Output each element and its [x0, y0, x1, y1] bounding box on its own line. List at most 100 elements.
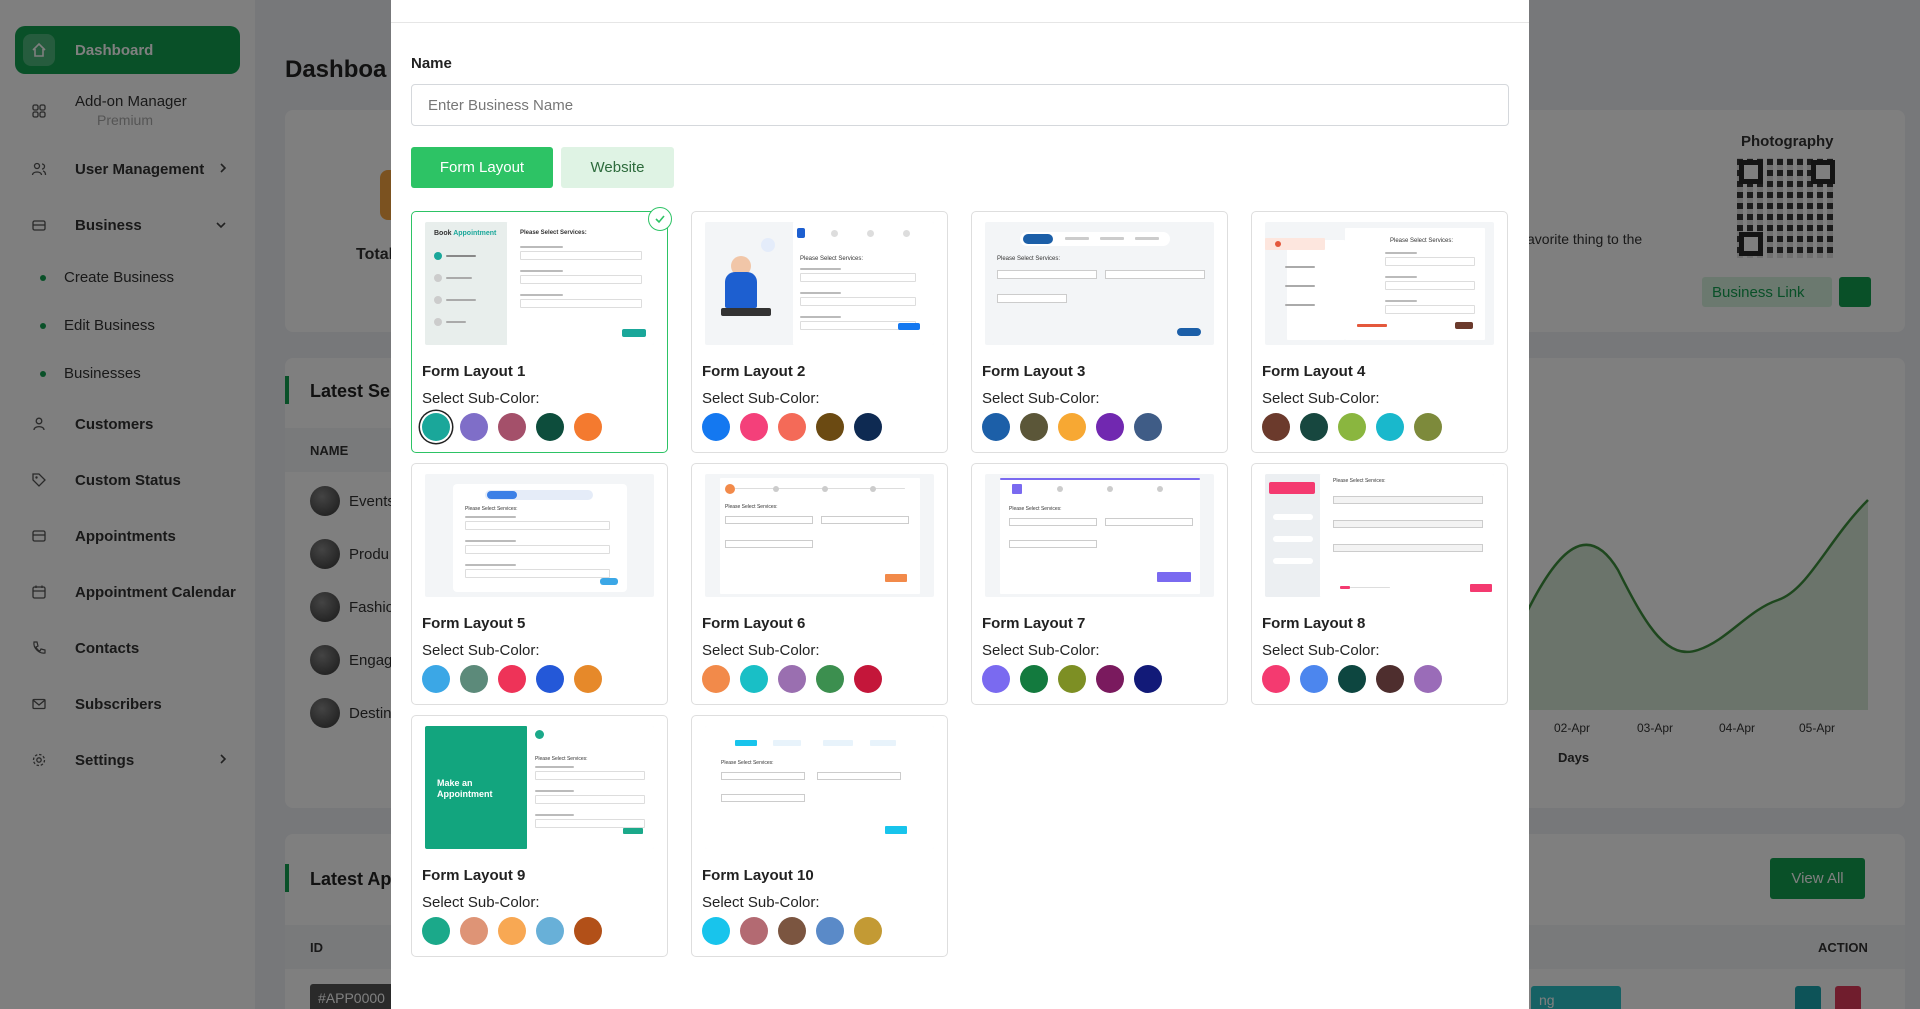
color-swatch[interactable] — [854, 917, 882, 945]
color-swatch[interactable] — [1058, 665, 1086, 693]
layout-card-3[interactable]: Please Select Services: Form Layout 3 Sele… — [971, 211, 1228, 453]
color-swatch[interactable] — [498, 413, 526, 441]
layout-card-2[interactable]: Please Select Services: Form Layout 2 Sele… — [691, 211, 948, 453]
color-swatch[interactable] — [816, 665, 844, 693]
color-swatch[interactable] — [574, 917, 602, 945]
color-swatch[interactable] — [778, 665, 806, 693]
color-swatch[interactable] — [854, 413, 882, 441]
color-swatch[interactable] — [1134, 665, 1162, 693]
sub-color-label: Select Sub-Color: — [422, 390, 540, 407]
color-swatch[interactable] — [574, 413, 602, 441]
layout-card-10[interactable]: Please Select Services: Form Layout 10 Sel… — [691, 715, 948, 957]
color-swatch[interactable] — [460, 665, 488, 693]
layout-thumbnail[interactable]: Please Select Services: — [705, 222, 934, 345]
sub-color-label: Select Sub-Color: — [422, 894, 540, 911]
color-swatch[interactable] — [854, 665, 882, 693]
sub-color-label: Select Sub-Color: — [422, 642, 540, 659]
color-swatch[interactable] — [1020, 665, 1048, 693]
color-swatch[interactable] — [536, 917, 564, 945]
layout-title: Form Layout 7 — [982, 615, 1086, 632]
layout-title: Form Layout 8 — [1262, 615, 1366, 632]
color-swatch[interactable] — [1414, 665, 1442, 693]
color-swatch[interactable] — [778, 413, 806, 441]
layout-thumbnail[interactable]: Please Select Services: — [985, 474, 1214, 597]
color-swatch[interactable] — [460, 413, 488, 441]
sub-color-swatches — [422, 917, 612, 945]
color-swatch[interactable] — [740, 665, 768, 693]
color-swatch[interactable] — [460, 917, 488, 945]
create-business-modal: Name Form Layout Website Book Appointmen… — [391, 0, 1529, 1009]
layout-title: Form Layout 5 — [422, 615, 526, 632]
layout-thumbnail[interactable]: Please Select Services: — [425, 474, 654, 597]
color-swatch[interactable] — [1262, 413, 1290, 441]
color-swatch[interactable] — [1376, 665, 1404, 693]
sub-color-label: Select Sub-Color: — [702, 390, 820, 407]
color-swatch[interactable] — [498, 917, 526, 945]
layout-title: Form Layout 1 — [422, 363, 526, 380]
layout-card-4[interactable]: Please Select Services: Form Layout 4 Sele… — [1251, 211, 1508, 453]
sub-color-label: Select Sub-Color: — [702, 642, 820, 659]
layout-title: Form Layout 4 — [1262, 363, 1366, 380]
layout-thumbnail[interactable]: Make an Appointment Please Select Services… — [425, 726, 654, 849]
color-swatch[interactable] — [1300, 665, 1328, 693]
layout-title: Form Layout 9 — [422, 867, 526, 884]
color-swatch[interactable] — [1262, 665, 1290, 693]
layout-thumbnail[interactable]: Book Appointment Please Select Services: — [425, 222, 654, 345]
color-swatch[interactable] — [1020, 413, 1048, 441]
layout-title: Form Layout 3 — [982, 363, 1086, 380]
sub-color-label: Select Sub-Color: — [982, 390, 1100, 407]
layout-card-6[interactable]: Please Select Services: Form Layout 6 Sele… — [691, 463, 948, 705]
color-swatch[interactable] — [422, 665, 450, 693]
layout-title: Form Layout 2 — [702, 363, 806, 380]
color-swatch[interactable] — [778, 917, 806, 945]
color-swatch[interactable] — [982, 665, 1010, 693]
sub-color-swatches — [982, 413, 1172, 441]
sub-color-swatches — [1262, 665, 1452, 693]
color-swatch[interactable] — [1414, 413, 1442, 441]
sub-color-swatches — [982, 665, 1172, 693]
tab-website[interactable]: Website — [561, 147, 674, 188]
color-swatch[interactable] — [536, 665, 564, 693]
check-icon — [648, 207, 672, 231]
layout-thumbnail[interactable]: Please Select Services: — [1265, 222, 1494, 345]
color-swatch[interactable] — [1058, 413, 1086, 441]
layout-thumbnail[interactable]: Please Select Services: — [705, 474, 934, 597]
color-swatch[interactable] — [982, 413, 1010, 441]
color-swatch[interactable] — [422, 917, 450, 945]
sub-color-swatches — [422, 665, 612, 693]
layout-card-1[interactable]: Book Appointment Please Select Services: F… — [411, 207, 672, 453]
business-name-input[interactable] — [411, 84, 1509, 126]
sub-color-swatches — [1262, 413, 1452, 441]
color-swatch[interactable] — [1096, 413, 1124, 441]
color-swatch[interactable] — [702, 413, 730, 441]
color-swatch[interactable] — [740, 413, 768, 441]
color-swatch[interactable] — [498, 665, 526, 693]
color-swatch[interactable] — [1338, 413, 1366, 441]
sub-color-label: Select Sub-Color: — [982, 642, 1100, 659]
color-swatch[interactable] — [1376, 413, 1404, 441]
color-swatch[interactable] — [1338, 665, 1366, 693]
color-swatch[interactable] — [1300, 413, 1328, 441]
tab-form-layout[interactable]: Form Layout — [411, 147, 553, 188]
sub-color-label: Select Sub-Color: — [1262, 390, 1380, 407]
layout-card-7[interactable]: Please Select Services: Form Layout 7 Sele… — [971, 463, 1228, 705]
layout-card-5[interactable]: Please Select Services: Form Layout 5 Sele… — [411, 463, 668, 705]
layout-thumbnail[interactable]: Please Select Services: — [705, 726, 934, 849]
color-swatch[interactable] — [702, 917, 730, 945]
color-swatch[interactable] — [574, 665, 602, 693]
layout-thumbnail[interactable]: Please Select Services: — [985, 222, 1214, 345]
layout-card-8[interactable]: Please Select Services: Form Layout 8 Sele… — [1251, 463, 1508, 705]
color-swatch[interactable] — [740, 917, 768, 945]
color-swatch[interactable] — [1096, 665, 1124, 693]
color-swatch[interactable] — [702, 665, 730, 693]
layout-title: Form Layout 6 — [702, 615, 806, 632]
color-swatch[interactable] — [422, 413, 450, 441]
sub-color-swatches — [702, 413, 892, 441]
color-swatch[interactable] — [816, 413, 844, 441]
color-swatch[interactable] — [1134, 413, 1162, 441]
color-swatch[interactable] — [816, 917, 844, 945]
layout-thumbnail[interactable]: Please Select Services: — [1265, 474, 1494, 597]
layout-card-9[interactable]: Make an Appointment Please Select Services… — [411, 715, 668, 957]
color-swatch[interactable] — [536, 413, 564, 441]
sub-color-label: Select Sub-Color: — [1262, 642, 1380, 659]
